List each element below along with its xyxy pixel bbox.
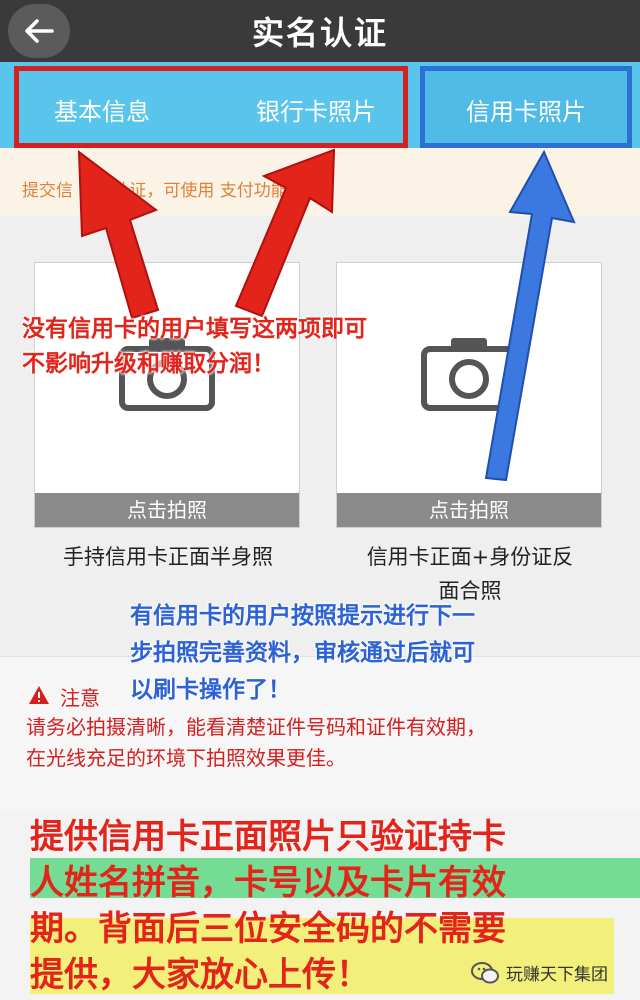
notice-text: 提交信 实名认证，可使用 支付功能。 [22, 181, 305, 201]
blue-annotation-line3: 以刷卡操作了！ [130, 677, 291, 703]
warning-title: 注意 [60, 686, 100, 710]
photo-right-label-line1: 信用卡正面+身份证反 [366, 545, 574, 569]
wechat-icon [471, 961, 499, 983]
red-annotation: 没有信用卡的用户填写这两项即可 不影响升级和赚取分润！ [22, 312, 367, 382]
warning-icon [29, 686, 49, 704]
bottom-annotation-line3: 期。背面后三位安全码的不需要 [30, 909, 506, 949]
watermark: 玩赚天下集团 [470, 960, 608, 985]
page-title: 实名认证 [251, 14, 388, 52]
bottom-annotation-line1: 提供信用卡正面照片只验证持卡 [30, 817, 506, 857]
red-annotation-line1: 没有信用卡的用户填写这两项即可 [22, 316, 367, 342]
shoot-button[interactable]: 点击拍照 [35, 493, 299, 527]
warning-text: 请务必拍摄清晰，能看清楚证件号码和证件有效期， 在光线充足的环境下拍照效果更佳。 [26, 712, 626, 774]
blue-annotation-line2: 步拍照完善资料，审核通过后就可 [130, 640, 475, 666]
tabs-red-highlight-box [14, 66, 408, 148]
watermark-text: 玩赚天下集团 [506, 965, 608, 985]
top-bar: 实名认证 [0, 0, 640, 62]
photo-left-label: 手持信用卡正面半身照 [63, 545, 273, 569]
blue-annotation-line1: 有信用卡的用户按照提示进行下一 [130, 603, 475, 629]
blue-annotation: 有信用卡的用户按照提示进行下一 步拍照完善资料，审核通过后就可 以刷卡操作了！ [130, 598, 600, 709]
camera-icon [421, 338, 517, 411]
photo-upload-right[interactable]: 点击拍照 [336, 262, 602, 528]
photo-upload-left[interactable]: 点击拍照 [34, 262, 300, 528]
red-annotation-line2: 不影响升级和赚取分润！ [22, 351, 275, 377]
shoot-button[interactable]: 点击拍照 [337, 493, 601, 527]
tab-credit-card-photo[interactable]: 信用卡照片 [466, 92, 586, 127]
warning-line2: 在光线充足的环境下拍照效果更佳。 [26, 746, 346, 770]
bottom-annotation-line2: 人姓名拼音，卡号以及卡片有效 [30, 863, 506, 903]
warning-line1: 请务必拍摄清晰，能看清楚证件号码和证件有效期， [26, 715, 486, 739]
